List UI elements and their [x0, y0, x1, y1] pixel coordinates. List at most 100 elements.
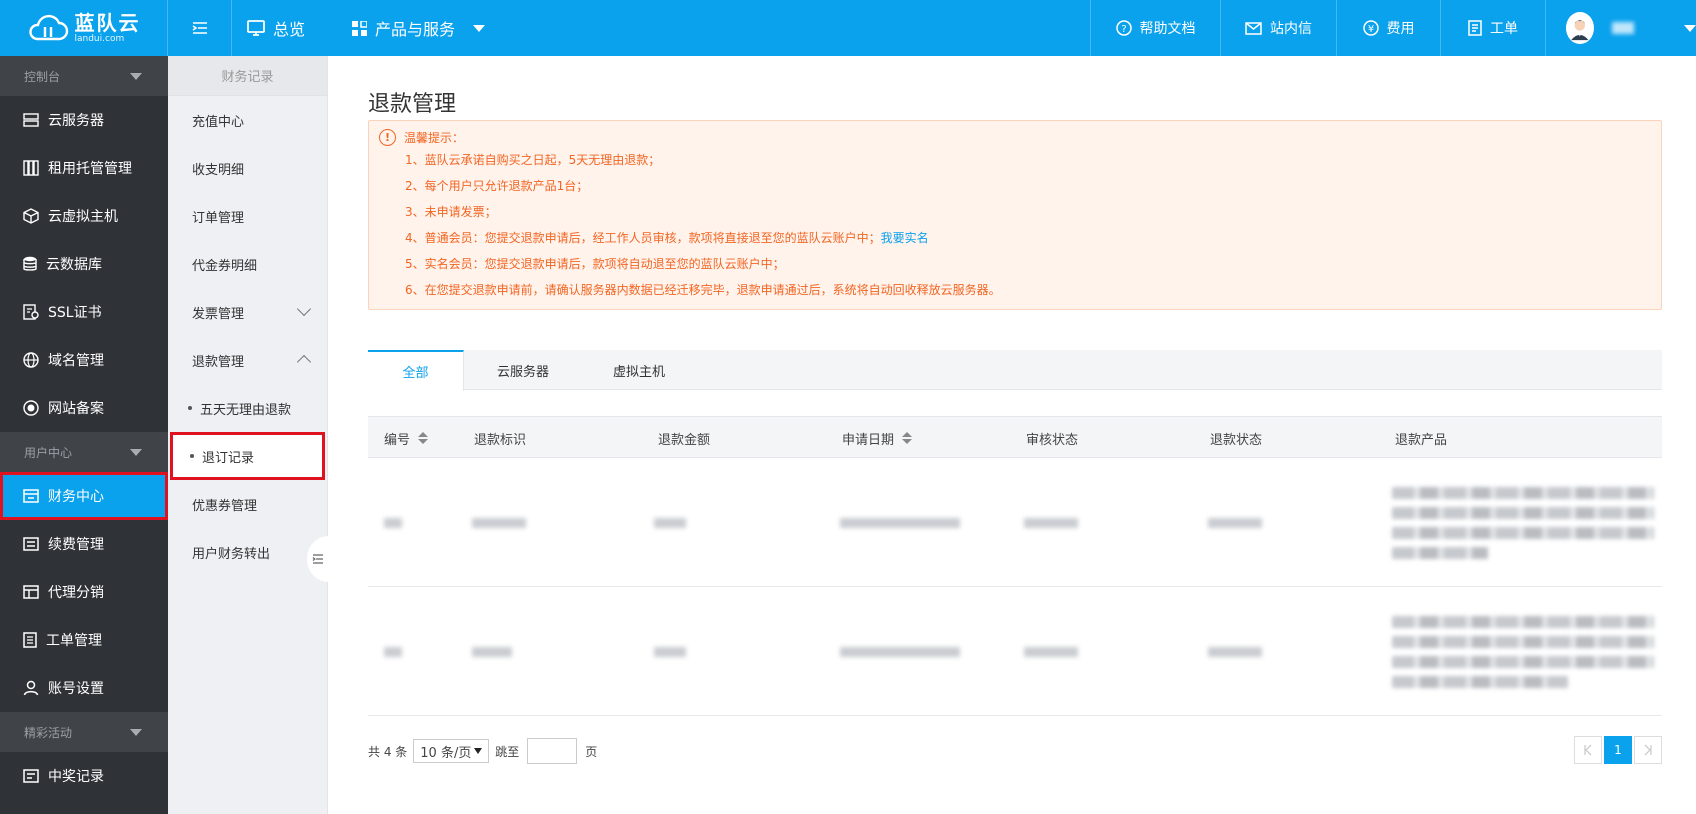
sidebar-item-database[interactable]: 云数据库: [0, 240, 168, 288]
page-size-value: 10 条/页: [420, 745, 472, 761]
subnav-item-orders[interactable]: 订单管理: [168, 192, 327, 240]
notice-line: 4、普通会员：您提交退款申请后，经工作人员审核，款项将直接退至您的蓝队云账户中；: [405, 231, 881, 245]
badge-icon: [23, 400, 39, 416]
nav-overview[interactable]: 总览: [247, 0, 305, 56]
subnav-item-label: 充值中心: [192, 114, 245, 130]
renew-list-icon: [23, 537, 39, 551]
notice-line: 3、未申请发票；: [405, 205, 497, 219]
ledger-icon: [23, 489, 39, 503]
subnav-item-label: 退款管理: [192, 354, 245, 370]
subnav-child-five-day-refund[interactable]: 五天无理由退款: [168, 384, 327, 432]
tab-all[interactable]: 全部: [368, 350, 464, 391]
column-header-id[interactable]: 编号: [384, 417, 429, 459]
notice-line: 1、蓝队云承诺自购买之日起，5天无理由退款；: [405, 153, 661, 167]
subnav-item-statement[interactable]: 收支明细: [168, 144, 327, 192]
subnav-child-refund-records[interactable]: 退订记录: [170, 432, 325, 480]
subnav-item-label: 用户财务转出: [192, 546, 271, 562]
masked-cell: [472, 646, 512, 657]
column-header-refund-status: 退款状态: [1210, 432, 1263, 448]
masked-cell: [654, 646, 686, 657]
help-docs-label: 帮助文档: [1139, 21, 1196, 37]
sidebar-group-label: 用户中心: [24, 445, 73, 460]
menu-fold-icon: [312, 554, 323, 564]
certificate-icon: [23, 304, 39, 320]
top-bar: 蓝队云 landui.com 总览 产品与服务 ? 帮助文档 站内信 ¥ 费用 …: [0, 0, 1696, 56]
page-button-current[interactable]: 1: [1604, 736, 1632, 764]
help-docs-link[interactable]: ? 帮助文档: [1090, 0, 1220, 56]
sidebar-item-ssl[interactable]: SSL证书: [0, 288, 168, 336]
page-size-select[interactable]: 10 条/页: [413, 739, 490, 763]
subnav-item-transfer-out[interactable]: 用户财务转出: [168, 528, 327, 576]
inbox-link[interactable]: 站内信: [1220, 0, 1336, 56]
jump-label: 跳至: [495, 744, 520, 759]
sidebar-item-reseller[interactable]: 代理分销: [0, 568, 168, 616]
sidebar-item-cloud-server[interactable]: 云服务器: [0, 96, 168, 144]
sidebar-item-label: SSL证书: [48, 305, 102, 321]
subnav-item-recharge[interactable]: 充值中心: [168, 96, 327, 144]
subnav-item-vouchers[interactable]: 代金券明细: [168, 240, 327, 288]
masked-product-cell: [1392, 486, 1654, 559]
logo[interactable]: 蓝队云 landui.com: [0, 0, 168, 56]
fees-link[interactable]: ¥ 费用: [1336, 0, 1440, 56]
rack-icon: [23, 160, 39, 176]
next-page-button[interactable]: [1634, 736, 1662, 764]
prev-page-button[interactable]: [1574, 736, 1602, 764]
masked-cell: [384, 517, 402, 528]
table-header: 编号 退款标识 退款金额 申请日期 审核状态 退款状态 退款产品: [368, 416, 1662, 458]
distribution-icon: [23, 585, 39, 599]
yen-coin-icon: ¥: [1362, 20, 1379, 36]
sidebar-group-activities[interactable]: 精彩活动: [0, 712, 168, 752]
chevron-up-icon: [296, 354, 312, 370]
sidebar-item-virtual-host[interactable]: 云虚拟主机: [0, 192, 168, 240]
sort-icon[interactable]: [418, 432, 429, 444]
sort-icon[interactable]: [902, 432, 913, 444]
subnav-item-coupons[interactable]: 优惠券管理: [168, 480, 327, 528]
subnav-item-invoices[interactable]: 发票管理: [168, 288, 327, 336]
column-header-date[interactable]: 申请日期: [842, 417, 913, 459]
jump-page-input[interactable]: [527, 738, 578, 764]
table-row[interactable]: [368, 458, 1662, 587]
masked-cell: [1208, 646, 1262, 657]
ticket-link[interactable]: 工单: [1440, 0, 1546, 56]
table-row[interactable]: [368, 587, 1662, 716]
nav-products[interactable]: 产品与服务: [352, 0, 486, 56]
sidebar-item-label: 代理分销: [48, 585, 104, 601]
tab-virtual-host[interactable]: 虚拟主机: [584, 350, 694, 390]
verify-identity-link[interactable]: 我要实名: [881, 231, 929, 245]
sidebar-item-domain[interactable]: 域名管理: [0, 336, 168, 384]
sidebar-item-label: 工单管理: [46, 633, 102, 649]
sidebar-item-hosting[interactable]: 租用托管管理: [0, 144, 168, 192]
sidebar-item-tickets[interactable]: 工单管理: [0, 616, 168, 664]
question-icon: ?: [1115, 20, 1132, 36]
dropdown-arrow-icon: [474, 748, 483, 754]
sidebar-item-label: 云服务器: [48, 113, 104, 129]
notice-line-with-link: 4、普通会员：您提交退款申请后，经工作人员审核，款项将直接退至您的蓝队云账户中；…: [405, 229, 929, 246]
menu-toggle-button[interactable]: [168, 0, 232, 56]
sidebar-item-account[interactable]: 账号设置: [0, 664, 168, 712]
nav-overview-label: 总览: [273, 20, 306, 39]
subnav-item-refunds[interactable]: 退款管理: [168, 336, 327, 384]
sidebar-item-label: 账号设置: [48, 681, 104, 697]
sidebar-item-finance[interactable]: 财务中心: [0, 472, 168, 520]
sidebar-item-renewal[interactable]: 续费管理: [0, 520, 168, 568]
fees-label: 费用: [1386, 21, 1415, 37]
tab-cloud-server[interactable]: 云服务器: [464, 350, 582, 390]
column-header-label: 申请日期: [842, 432, 895, 448]
sidebar-item-label: 云虚拟主机: [48, 209, 118, 225]
page-suffix-label: 页: [585, 744, 598, 759]
grid-icon: [352, 20, 367, 36]
sidebar-item-prize[interactable]: 中奖记录: [0, 752, 168, 800]
avatar[interactable]: [1566, 12, 1594, 44]
subnav-title: 财务记录: [168, 56, 327, 96]
user-avatar-icon: [1566, 14, 1594, 42]
column-header-product: 退款产品: [1395, 432, 1448, 448]
svg-text:?: ?: [1121, 24, 1126, 35]
sidebar-item-icp[interactable]: 网站备案: [0, 384, 168, 432]
masked-cell: [840, 517, 960, 528]
sidebar-group-console[interactable]: 控制台: [0, 56, 168, 96]
pagination: 共 4 条 10 条/页 跳至 页 1: [368, 736, 1662, 766]
sidebar-item-label: 域名管理: [48, 353, 104, 369]
user-menu[interactable]: [1546, 0, 1696, 56]
subnav-child-label: 五天无理由退款: [200, 402, 292, 418]
sidebar-group-user-center[interactable]: 用户中心: [0, 432, 168, 472]
